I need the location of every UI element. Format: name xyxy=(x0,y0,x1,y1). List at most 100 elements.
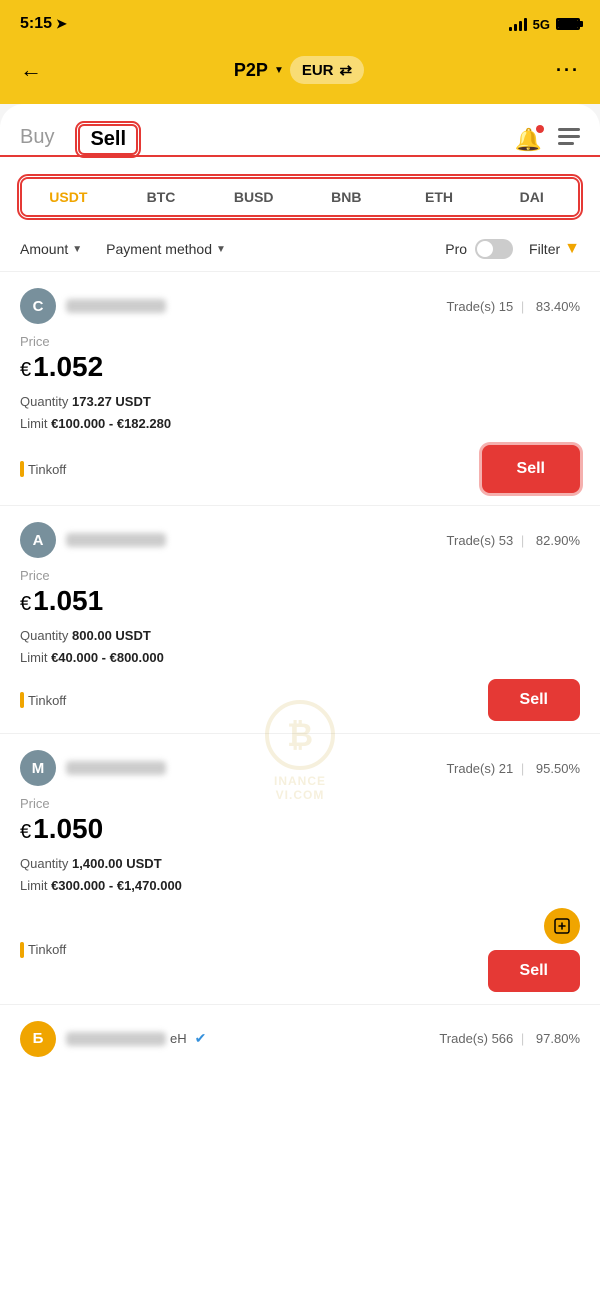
price-value-2: € 1.051 xyxy=(20,585,580,617)
divider-4: | xyxy=(521,1031,524,1046)
trade-card-4-partial: Б eH ✔ Trade(s) 566 | 97.80% xyxy=(0,1005,600,1071)
list-icon[interactable] xyxy=(558,128,580,152)
sell-button-1[interactable]: Sell xyxy=(482,445,580,493)
payment-name-3: Tinkoff xyxy=(28,942,66,957)
trade-footer-3: Tinkoff Sell xyxy=(20,908,580,992)
limit-value-1: €100.000 - €182.280 xyxy=(51,416,171,431)
trade-card-1: C Trade(s) 15 | 83.40% Price € 1.052 Qua… xyxy=(0,272,600,506)
filter-row: Amount ▼ Payment method ▼ Pro Filter ▼ xyxy=(0,227,600,272)
trader-info-4: Б eH ✔ xyxy=(20,1021,206,1057)
avatar-1: C xyxy=(20,288,56,324)
signal-bar-2 xyxy=(514,24,517,31)
nav-right: ··· xyxy=(556,60,580,81)
divider-2: | xyxy=(521,533,524,548)
payment-tag-1: Tinkoff xyxy=(20,461,66,477)
filter-button[interactable]: Filter ▼ xyxy=(529,240,580,258)
signal-bar-1 xyxy=(509,27,512,31)
signal-bars xyxy=(509,17,527,31)
completion-1: 83.40% xyxy=(536,299,580,314)
nav-center: P2P ▼ EUR ⇄ xyxy=(234,56,364,84)
tab-buy[interactable]: Buy xyxy=(20,126,54,153)
avatar-3: M xyxy=(20,750,56,786)
crypto-tabs-container: USDT BTC BUSD BNB ETH DAI xyxy=(0,155,600,217)
pro-section: Pro xyxy=(445,239,513,259)
price-number-1: 1.052 xyxy=(33,351,103,383)
trade-stats-2: Trade(s) 53 | 82.90% xyxy=(443,533,580,548)
payment-bar-3 xyxy=(20,942,24,958)
trade-details-2: Quantity 800.00 USDT Limit €40.000 - €80… xyxy=(20,625,580,669)
more-button[interactable]: ··· xyxy=(556,60,580,81)
trade-count-4: Trade(s) 566 xyxy=(439,1031,513,1046)
payment-name-2: Tinkoff xyxy=(28,693,66,708)
funnel-icon: ▼ xyxy=(564,240,580,258)
notification-icon[interactable]: 🔔 xyxy=(515,127,542,153)
tabs-left: Buy Sell xyxy=(20,124,138,155)
verified-icon: ✔ xyxy=(195,1030,207,1047)
amount-filter[interactable]: Amount ▼ xyxy=(20,241,82,257)
trade-count-3: Trade(s) 21 xyxy=(447,761,514,776)
battery-icon xyxy=(556,18,580,30)
location-icon: ➤ xyxy=(56,16,67,32)
completion-3: 95.50% xyxy=(536,761,580,776)
divider-3: | xyxy=(521,761,524,776)
filter-label: Filter xyxy=(529,241,560,257)
buy-sell-tabs: Buy Sell 🔔 xyxy=(0,104,600,155)
trade-stats-3: Trade(s) 21 | 95.50% xyxy=(443,761,580,776)
trade-footer-2: Tinkoff Sell xyxy=(20,679,580,721)
trade-details-1: Quantity 173.27 USDT Limit €100.000 - €1… xyxy=(20,391,580,435)
limit-row-1: Limit €100.000 - €182.280 xyxy=(20,413,580,435)
payment-filter[interactable]: Payment method ▼ xyxy=(106,241,226,257)
price-value-1: € 1.052 xyxy=(20,351,580,383)
trade-card-2: A Trade(s) 53 | 82.90% Price € 1.051 Qua… xyxy=(0,506,600,734)
payment-chevron: ▼ xyxy=(216,244,226,255)
trade-btn-area-3: Sell xyxy=(488,908,580,992)
crypto-tab-dai[interactable]: DAI xyxy=(485,179,578,215)
share-icon-button[interactable] xyxy=(544,908,580,944)
payment-tag-2: Tinkoff xyxy=(20,692,66,708)
completion-2: 82.90% xyxy=(536,533,580,548)
crypto-tab-busd[interactable]: BUSD xyxy=(207,179,300,215)
avatar-2: A xyxy=(20,522,56,558)
limit-value-3: €300.000 - €1,470.000 xyxy=(51,878,182,893)
trader-name-3 xyxy=(66,761,166,775)
price-label-2: Price xyxy=(20,568,580,583)
crypto-tab-usdt[interactable]: USDT xyxy=(22,179,115,215)
tab-sell[interactable]: Sell xyxy=(78,124,138,155)
sell-button-2[interactable]: Sell xyxy=(488,679,580,721)
trade-card-3: M Trade(s) 21 | 95.50% Price € 1.050 Qua… xyxy=(0,734,600,1004)
quantity-row-1: Quantity 173.27 USDT xyxy=(20,391,580,413)
trade-count-2: Trade(s) 53 xyxy=(447,533,514,548)
nav-bar: ← P2P ▼ EUR ⇄ ··· xyxy=(0,44,600,104)
price-value-3: € 1.050 xyxy=(20,813,580,845)
limit-row-3: Limit €300.000 - €1,470.000 xyxy=(20,875,580,897)
nav-title: P2P xyxy=(234,60,268,81)
pro-label: Pro xyxy=(445,241,467,257)
crypto-tab-eth[interactable]: ETH xyxy=(393,179,486,215)
nav-currency-selector[interactable]: EUR ⇄ xyxy=(290,56,364,84)
limit-value-2: €40.000 - €800.000 xyxy=(51,650,164,665)
sell-button-3[interactable]: Sell xyxy=(488,950,580,992)
quantity-value-3: 1,400.00 USDT xyxy=(72,856,162,871)
crypto-tab-bnb[interactable]: BNB xyxy=(300,179,393,215)
status-time: 5:15 ➤ xyxy=(20,15,67,33)
tabs-right: 🔔 xyxy=(515,127,580,153)
crypto-tab-btc[interactable]: BTC xyxy=(115,179,208,215)
battery-fill xyxy=(558,20,578,28)
back-button[interactable]: ← xyxy=(20,57,42,83)
main-card: Buy Sell 🔔 USDT xyxy=(0,104,600,1299)
crypto-tabs: USDT BTC BUSD BNB ETH DAI xyxy=(20,177,580,217)
signal-bar-4 xyxy=(524,18,527,31)
nav-dropdown-icon[interactable]: ▼ xyxy=(274,65,284,76)
quantity-row-2: Quantity 800.00 USDT xyxy=(20,625,580,647)
price-number-3: 1.050 xyxy=(33,813,103,845)
pro-toggle[interactable] xyxy=(475,239,513,259)
completion-4: 97.80% xyxy=(536,1031,580,1046)
quantity-row-3: Quantity 1,400.00 USDT xyxy=(20,853,580,875)
price-currency-2: € xyxy=(20,593,31,616)
trader-name-1 xyxy=(66,299,166,313)
trader-info-2: A xyxy=(20,522,166,558)
trader-name-4 xyxy=(66,1032,166,1046)
currency-label: EUR xyxy=(302,62,334,79)
quantity-value-2: 800.00 USDT xyxy=(72,628,151,643)
signal-bar-3 xyxy=(519,21,522,31)
